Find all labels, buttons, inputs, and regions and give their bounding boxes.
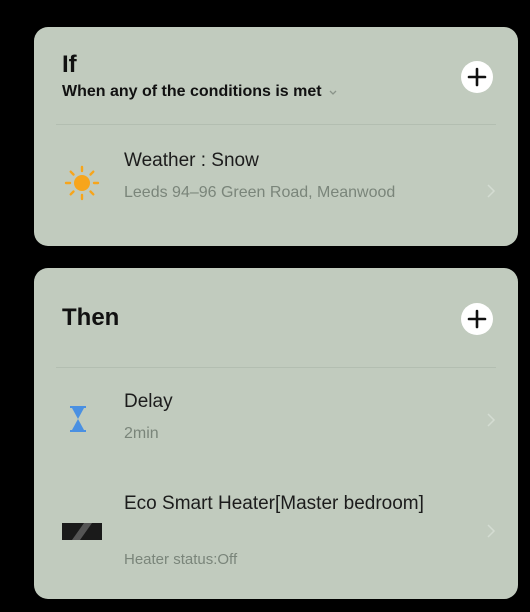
hourglass-icon <box>70 406 86 432</box>
if-title: If <box>62 51 77 78</box>
condition-row-weather[interactable]: Weather : Snow Leeds 94–96 Green Road, M… <box>34 137 518 227</box>
divider <box>56 367 496 368</box>
sun-icon <box>64 165 100 201</box>
add-action-button[interactable] <box>461 303 493 335</box>
plus-icon <box>467 309 487 329</box>
chevron-right-icon <box>487 413 496 427</box>
then-title: Then <box>62 304 120 331</box>
if-card: If When any of the conditions is met Wea… <box>34 27 518 246</box>
condition-location: Leeds 94–96 Green Road, Meanwood <box>124 184 396 201</box>
condition-mode-selector[interactable]: When any of the conditions is met <box>62 83 338 101</box>
action-row-heater[interactable]: Eco Smart Heater[Master bedroom] Heater … <box>34 488 518 593</box>
divider <box>56 124 496 125</box>
chevron-right-icon <box>487 524 496 538</box>
action-title: Delay <box>124 391 173 412</box>
action-row-delay[interactable]: Delay 2min <box>34 378 518 456</box>
condition-mode-label: When any of the conditions is met <box>62 83 322 100</box>
then-card: Then Delay 2min Eco Smart Heater[Master … <box>34 268 518 599</box>
condition-title: Weather : Snow <box>124 150 259 171</box>
chevron-right-icon <box>487 184 496 198</box>
chevron-down-icon <box>329 90 337 95</box>
action-detail: Heater status:Off <box>124 551 238 568</box>
action-detail: 2min <box>124 425 159 442</box>
add-condition-button[interactable] <box>461 61 493 93</box>
plus-icon <box>467 67 487 87</box>
action-title: Eco Smart Heater[Master bedroom] <box>124 493 424 514</box>
heater-icon <box>62 523 102 540</box>
